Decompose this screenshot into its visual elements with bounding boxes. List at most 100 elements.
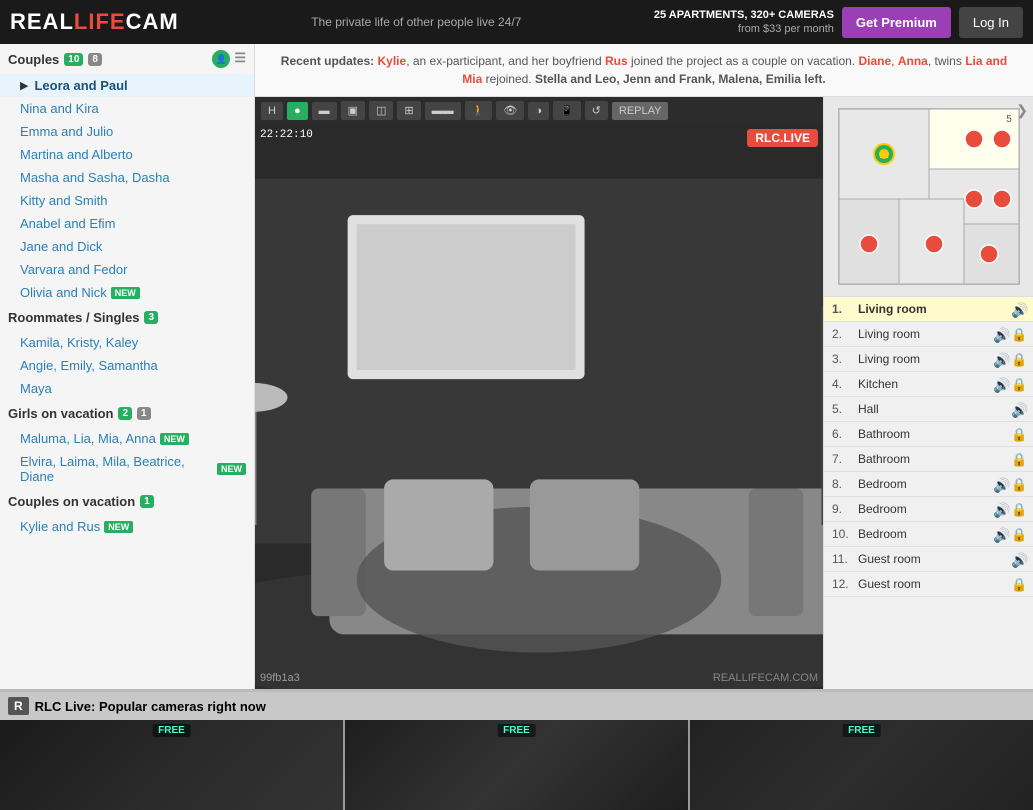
room-item-7[interactable]: 7. Bathroom 🔒 bbox=[824, 447, 1033, 472]
lock-icon: 🔒 bbox=[1011, 327, 1025, 341]
toolbar-refresh-button[interactable]: ↺ bbox=[585, 101, 608, 120]
video-section: H ● ▬ ▣ ◫ ⊞ ▬▬ 🚶 👁 ◑ 📱 ↺ REPLAY bbox=[255, 97, 1033, 689]
sidebar-item-angie[interactable]: Angie, Emily, Samantha bbox=[0, 354, 254, 377]
maya-link[interactable]: Maya bbox=[20, 381, 52, 396]
lock-icon: 🔒 bbox=[1011, 452, 1025, 466]
new-badge: NEW bbox=[111, 287, 140, 299]
thumbnail-3[interactable]: FREE bbox=[690, 720, 1033, 810]
kylie-link[interactable]: Kylie bbox=[378, 54, 407, 68]
floor-plan-chevron[interactable]: ❯ bbox=[1016, 102, 1028, 119]
anabel-efim-link[interactable]: Anabel and Efim bbox=[20, 216, 115, 231]
sidebar-item-kylie-rus[interactable]: Kylie and Rus NEW bbox=[0, 515, 254, 538]
video-cam-id: 99fb1a3 bbox=[260, 672, 300, 684]
anna-link[interactable]: Anna bbox=[898, 54, 928, 68]
bottom-section: R RLC Live: Popular cameras right now FR… bbox=[0, 689, 1033, 810]
sidebar-item-emma-julio[interactable]: Emma and Julio bbox=[0, 120, 254, 143]
couples-section-icon-person[interactable]: 👤 bbox=[212, 50, 230, 68]
bottom-bar: R RLC Live: Popular cameras right now bbox=[0, 691, 1033, 720]
login-button[interactable]: Log In bbox=[959, 7, 1023, 38]
sidebar-item-maluma[interactable]: Maluma, Lia, Mia, Anna NEW bbox=[0, 427, 254, 450]
room-name: Hall bbox=[858, 402, 1007, 416]
girls-label: Girls on vacation bbox=[8, 406, 113, 421]
room-item-9[interactable]: 9. Bedroom 🔊 🔒 bbox=[824, 497, 1033, 522]
sidebar-item-anabel-efim[interactable]: Anabel and Efim bbox=[0, 212, 254, 235]
thumb-free-label-2: FREE bbox=[497, 724, 536, 737]
room-item-1[interactable]: 1. Living room 🔊 bbox=[824, 297, 1033, 322]
couples-section-icon-menu[interactable]: ☰ bbox=[234, 50, 246, 68]
angie-link[interactable]: Angie, Emily, Samantha bbox=[20, 358, 158, 373]
couples-section-header: Couples 10 8 👤 ☰ bbox=[0, 44, 254, 74]
room-item-5[interactable]: 5. Hall 🔊 bbox=[824, 397, 1033, 422]
toolbar-grid-button[interactable]: ⊞ bbox=[397, 101, 420, 120]
room-item-8[interactable]: 8. Bedroom 🔊 🔒 bbox=[824, 472, 1033, 497]
kitty-smith-link[interactable]: Kitty and Smith bbox=[20, 193, 107, 208]
martina-alberto-link[interactable]: Martina and Alberto bbox=[20, 147, 133, 162]
toolbar-fullscreen-button[interactable]: ▣ bbox=[341, 101, 365, 120]
masha-sasha-link[interactable]: Masha and Sasha, Dasha bbox=[20, 170, 170, 185]
room-item-10[interactable]: 10. Bedroom 🔊 🔒 bbox=[824, 522, 1033, 547]
sidebar-item-elvira[interactable]: Elvira, Laima, Mila, Beatrice, Diane NEW bbox=[0, 450, 254, 488]
nina-kira-link[interactable]: Nina and Kira bbox=[20, 101, 99, 116]
sidebar-item-varvara-fedor[interactable]: Varvara and Fedor bbox=[0, 258, 254, 281]
room-num: 11. bbox=[832, 552, 852, 566]
toolbar-person-button[interactable]: 🚶 bbox=[465, 101, 493, 120]
roommates-badge: 3 bbox=[144, 311, 158, 324]
sidebar-item-jane-dick[interactable]: Jane and Dick bbox=[0, 235, 254, 258]
room-item-3[interactable]: 3. Living room 🔊 🔒 bbox=[824, 347, 1033, 372]
sound-icon: 🔊 bbox=[1011, 552, 1025, 566]
room-item-2[interactable]: 2. Living room 🔊 🔒 bbox=[824, 322, 1033, 347]
sidebar-item-maya[interactable]: Maya bbox=[0, 377, 254, 400]
video-container: H ● ▬ ▣ ◫ ⊞ ▬▬ 🚶 👁 ◑ 📱 ↺ REPLAY bbox=[255, 97, 823, 689]
get-premium-button[interactable]: Get Premium bbox=[842, 7, 951, 38]
room-name: Guest room bbox=[858, 577, 1007, 591]
elvira-link[interactable]: Elvira, Laima, Mila, Beatrice, Diane bbox=[20, 454, 213, 484]
kylie-rus-link[interactable]: Kylie and Rus bbox=[20, 519, 100, 534]
leora-paul-link[interactable]: Leora and Paul bbox=[34, 78, 127, 93]
thumbnail-row: FREE FREE FREE bbox=[0, 720, 1033, 810]
toolbar-aspect-button[interactable]: ▬ bbox=[312, 102, 337, 120]
toolbar-eye-button[interactable]: 👁 bbox=[496, 101, 524, 120]
sound-icon: 🔊 bbox=[993, 377, 1007, 391]
lock-icon: 🔒 bbox=[1011, 477, 1025, 491]
toolbar-split-button[interactable]: ▬▬ bbox=[425, 102, 461, 120]
maluma-link[interactable]: Maluma, Lia, Mia, Anna bbox=[20, 431, 156, 446]
toolbar-pip-button[interactable]: ◫ bbox=[369, 101, 393, 120]
thumbnail-1[interactable]: FREE bbox=[0, 720, 343, 810]
girls-section-header: Girls on vacation 2 1 bbox=[0, 400, 254, 427]
sidebar-item-martina-alberto[interactable]: Martina and Alberto bbox=[0, 143, 254, 166]
sidebar-item-masha-sasha[interactable]: Masha and Sasha, Dasha bbox=[0, 166, 254, 189]
sidebar-item-olivia-nick[interactable]: Olivia and Nick NEW bbox=[0, 281, 254, 304]
room-item-11[interactable]: 11. Guest room 🔊 bbox=[824, 547, 1033, 572]
sidebar-item-leora-paul[interactable]: ▶ Leora and Paul bbox=[0, 74, 254, 97]
toolbar-half-button[interactable]: ◑ bbox=[528, 102, 549, 120]
sound-icon: 🔊 bbox=[1011, 402, 1025, 416]
emma-julio-link[interactable]: Emma and Julio bbox=[20, 124, 113, 139]
toolbar-record-button[interactable]: ● bbox=[287, 102, 308, 120]
varvara-fedor-link[interactable]: Varvara and Fedor bbox=[20, 262, 127, 277]
lock-icon: 🔒 bbox=[1011, 427, 1025, 441]
header-right: 25 APARTMENTS, 320+ CAMERAS from $33 per… bbox=[654, 7, 1023, 38]
room-item-4[interactable]: 4. Kitchen 🔊 🔒 bbox=[824, 372, 1033, 397]
floor-plan: 5 11 bbox=[824, 97, 1033, 297]
room-num: 2. bbox=[832, 327, 852, 341]
sidebar-item-nina-kira[interactable]: Nina and Kira bbox=[0, 97, 254, 120]
notice-bar: Recent updates: Kylie, an ex-participant… bbox=[255, 44, 1033, 97]
thumb-free-label-3: FREE bbox=[842, 724, 881, 737]
couples-vacation-label: Couples on vacation bbox=[8, 494, 135, 509]
jane-dick-link[interactable]: Jane and Dick bbox=[20, 239, 102, 254]
toolbar-mobile-button[interactable]: 📱 bbox=[553, 101, 581, 120]
room-item-6[interactable]: 6. Bathroom 🔒 bbox=[824, 422, 1033, 447]
header: REALLIFECAM The private life of other pe… bbox=[0, 0, 1033, 44]
lock-icon: 🔒 bbox=[1011, 502, 1025, 516]
kamila-link[interactable]: Kamila, Kristy, Kaley bbox=[20, 335, 138, 350]
rus-link[interactable]: Rus bbox=[605, 54, 628, 68]
sidebar-item-kitty-smith[interactable]: Kitty and Smith bbox=[0, 189, 254, 212]
maluma-new-badge: NEW bbox=[160, 433, 189, 445]
diane-link[interactable]: Diane bbox=[858, 54, 891, 68]
room-item-12[interactable]: 12. Guest room 🔒 bbox=[824, 572, 1033, 597]
toolbar-h-button[interactable]: H bbox=[261, 102, 283, 120]
toolbar-replay-button[interactable]: REPLAY bbox=[612, 102, 669, 120]
olivia-nick-link[interactable]: Olivia and Nick bbox=[20, 285, 107, 300]
sidebar-item-kamila[interactable]: Kamila, Kristy, Kaley bbox=[0, 331, 254, 354]
thumbnail-2[interactable]: FREE bbox=[345, 720, 688, 810]
